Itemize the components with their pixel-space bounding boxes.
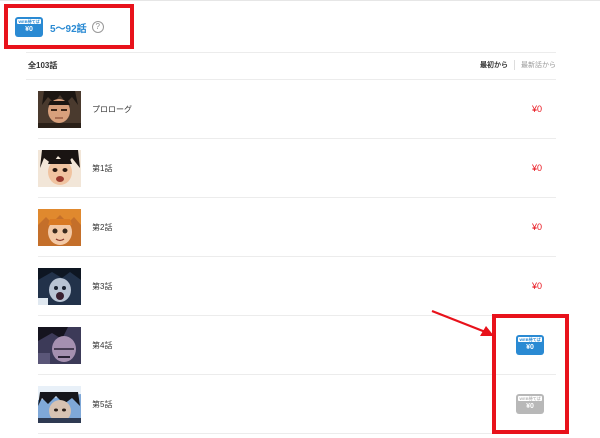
top-border [0, 0, 600, 1]
episode-thumbnail [38, 91, 81, 128]
episode-price: ¥0 [531, 163, 542, 173]
episode-price: ¥0 [531, 222, 542, 232]
episode-thumbnail [38, 268, 81, 305]
highlight-box-header [4, 4, 134, 49]
highlight-box-tickets [492, 314, 569, 434]
sort-separator [514, 60, 515, 70]
episode-title: 第5話 [92, 400, 113, 409]
sort-newest-button[interactable]: 最新話から [521, 60, 556, 70]
episode-list: プロローグ ¥0 第1話 ¥0 第2話 ¥0 第3話 ¥0 第4話 WEB待てば… [38, 80, 556, 434]
episode-row-5[interactable]: 第5話 WEB待てば ¥0 [38, 375, 556, 434]
episode-thumbnail [38, 386, 81, 423]
episode-title: プロローグ [92, 105, 132, 114]
episode-thumbnail [38, 209, 81, 246]
episode-row-1[interactable]: 第1話 ¥0 [38, 139, 556, 198]
episode-title: 第1話 [92, 164, 113, 173]
episode-title: 第4話 [92, 341, 113, 350]
episode-total: 全103話 [28, 61, 58, 70]
divider [26, 52, 556, 53]
episode-thumbnail [38, 150, 81, 187]
episode-title: 第3話 [92, 282, 113, 291]
episode-thumbnail [38, 327, 81, 364]
episode-row-prologue[interactable]: プロローグ ¥0 [38, 80, 556, 139]
episode-price: ¥0 [531, 104, 542, 114]
episode-title: 第2話 [92, 223, 113, 232]
sort-controls: 最初から 最新話から [480, 60, 556, 70]
sort-first-button[interactable]: 最初から [480, 60, 508, 70]
episode-price: ¥0 [531, 281, 542, 291]
episode-row-2[interactable]: 第2話 ¥0 [38, 198, 556, 257]
episode-list-page: WEB待てば ¥0 5～92話 ? 全103話 最初から 最新話から プロローグ… [0, 0, 600, 438]
